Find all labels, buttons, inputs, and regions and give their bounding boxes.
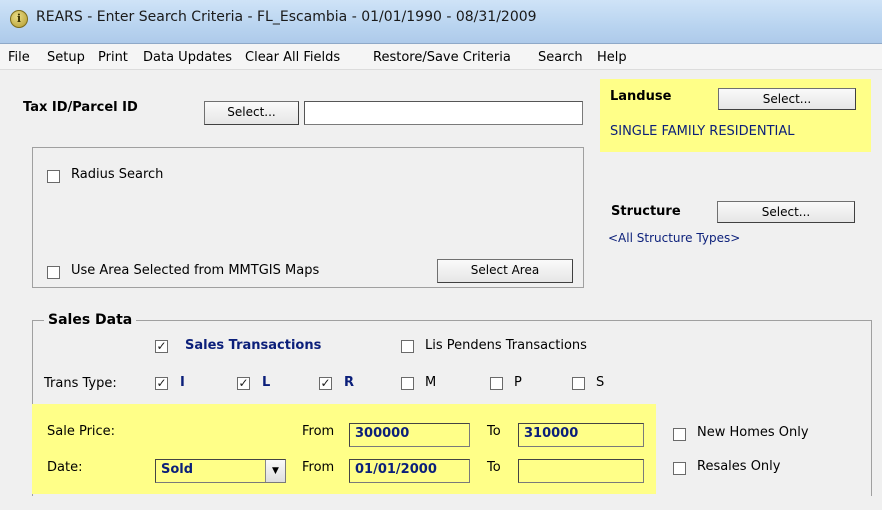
date-type-value: Sold [161,462,194,477]
price-to-label: To [487,424,501,439]
sales-transactions-checkbox[interactable]: ✓ [155,340,168,353]
date-to-label: To [487,460,501,475]
new-homes-checkbox[interactable] [673,428,686,441]
landuse-value: SINGLE FAMILY RESIDENTIAL [610,124,795,139]
date-to-input[interactable] [518,459,644,483]
sales-transactions-label: Sales Transactions [185,338,322,353]
date-from-input[interactable]: 01/01/2000 [349,459,470,483]
trans-type-r-checkbox[interactable]: ✓ [319,377,332,390]
landuse-panel: Landuse Select... SINGLE FAMILY RESIDENT… [600,79,871,152]
landuse-label: Landuse [610,89,672,104]
new-homes-label: New Homes Only [697,425,809,440]
chevron-down-icon[interactable]: ▼ [265,460,285,482]
info-icon: i [10,10,28,28]
date-label: Date: [47,460,83,475]
price-from-input[interactable]: 300000 [349,423,470,447]
lis-pendens-label: Lis Pendens Transactions [425,338,587,353]
trans-type-l-label: L [262,375,271,390]
title-bar: i REARS - Enter Search Criteria - FL_Esc… [0,0,882,44]
use-area-label: Use Area Selected from MMTGIS Maps [71,263,320,278]
structure-value: <All Structure Types> [608,231,741,245]
menu-file[interactable]: File [8,50,30,65]
tax-id-label: Tax ID/Parcel ID [23,100,138,115]
landuse-select-button[interactable]: Select... [718,88,856,110]
structure-label: Structure [611,204,681,219]
trans-type-s-checkbox[interactable] [572,377,585,390]
menu-clear-all-fields[interactable]: Clear All Fields [245,50,340,65]
trans-type-label: Trans Type: [44,376,117,391]
trans-type-l-checkbox[interactable]: ✓ [237,377,250,390]
trans-type-i-label: I [180,375,185,390]
price-from-label: From [302,424,335,439]
menu-bar: File Setup Print Data Updates Clear All … [0,44,882,70]
window-title: REARS - Enter Search Criteria - FL_Escam… [36,9,537,25]
radius-search-checkbox[interactable] [47,170,60,183]
resales-label: Resales Only [697,459,781,474]
trans-type-r-label: R [344,375,355,390]
trans-type-i-checkbox[interactable]: ✓ [155,377,168,390]
sale-price-label: Sale Price: [47,424,116,439]
radius-search-label: Radius Search [71,167,164,182]
price-to-input[interactable]: 310000 [518,423,644,447]
menu-search[interactable]: Search [538,50,583,65]
menu-data-updates[interactable]: Data Updates [143,50,232,65]
lis-pendens-checkbox[interactable] [401,340,414,353]
trans-type-p-checkbox[interactable] [490,377,503,390]
tax-id-select-button[interactable]: Select... [204,101,299,125]
trans-type-m-checkbox[interactable] [401,377,414,390]
tax-id-input[interactable] [304,101,583,125]
menu-restore-save-criteria[interactable]: Restore/Save Criteria [373,50,511,65]
date-from-label: From [302,460,335,475]
date-type-select[interactable]: Sold ▼ [155,459,286,483]
use-area-checkbox[interactable] [47,266,60,279]
menu-help[interactable]: Help [597,50,627,65]
trans-type-m-label: M [425,375,437,390]
trans-type-s-label: S [596,375,605,390]
resales-checkbox[interactable] [673,462,686,475]
menu-print[interactable]: Print [98,50,128,65]
select-area-button[interactable]: Select Area [437,259,573,283]
sales-data-title: Sales Data [44,312,137,328]
structure-select-button[interactable]: Select... [717,201,855,223]
trans-type-p-label: P [514,375,522,390]
area-groupbox: Radius Search Use Area Selected from MMT… [32,147,584,288]
menu-setup[interactable]: Setup [47,50,85,65]
